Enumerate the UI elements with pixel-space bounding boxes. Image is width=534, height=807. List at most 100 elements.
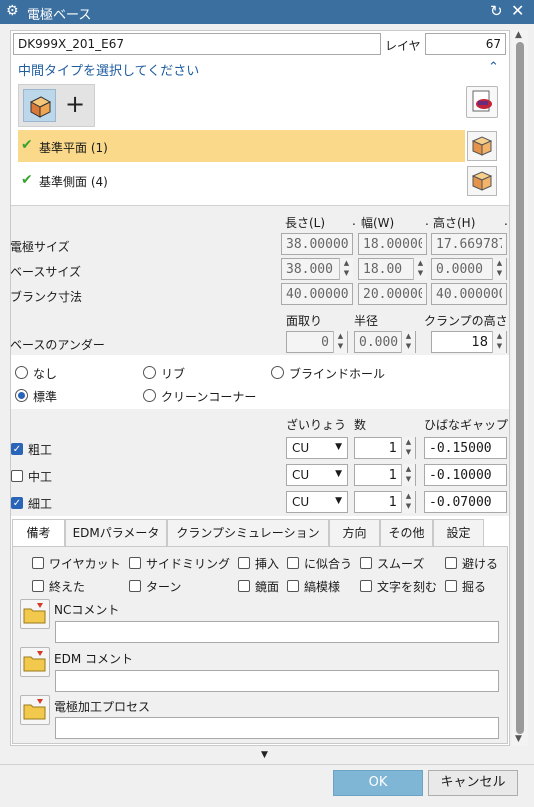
tab-settings[interactable]: 設定: [433, 519, 484, 546]
clamp-height-stepper[interactable]: ▲ ▼: [492, 331, 506, 353]
radio-blind-hole[interactable]: [271, 366, 284, 379]
blank-size-label: ブランク寸法: [10, 290, 83, 304]
fine-material-select[interactable]: CU ▼: [286, 491, 348, 513]
radius-stepper[interactable]: ▲ ▼: [401, 331, 415, 353]
base-width-stepper[interactable]: ▲ ▼: [413, 258, 427, 280]
cube-icon: [471, 171, 493, 191]
tab-edm-params[interactable]: EDMパラメータ: [65, 519, 167, 546]
base-size-label: ベースサイズ: [10, 265, 82, 279]
blank-length-field[interactable]: [281, 283, 353, 305]
ok-button[interactable]: OK: [333, 770, 423, 796]
check-icon: ✔: [21, 172, 33, 188]
smooth-checkbox[interactable]: [360, 557, 372, 569]
scroll-up-icon[interactable]: ▲: [515, 30, 522, 40]
rough-label: 粗工: [28, 443, 53, 457]
electrode-height-field[interactable]: [431, 233, 507, 255]
fit-label: に似合う: [304, 557, 353, 571]
gear-icon[interactable]: ⚙: [6, 3, 19, 19]
finished-label: 終えた: [49, 580, 86, 594]
insert-checkbox[interactable]: [238, 557, 250, 569]
dot: .: [425, 214, 429, 228]
scroll-thumb[interactable]: [516, 42, 524, 734]
radio-none[interactable]: [15, 366, 28, 379]
cube-button[interactable]: [467, 166, 497, 196]
nc-comment-folder-button[interactable]: [20, 599, 50, 629]
stripe-checkbox[interactable]: [287, 580, 299, 592]
nc-comment-label: NCコメント: [54, 603, 120, 617]
medium-count-stepper[interactable]: ▲ ▼: [401, 464, 415, 486]
chamfer-stepper[interactable]: ▲ ▼: [333, 331, 347, 353]
base-length-stepper[interactable]: ▲ ▼: [339, 258, 353, 280]
chamfer-header: 面取り: [286, 314, 323, 328]
fit-checkbox[interactable]: [287, 557, 299, 569]
list-item-label: 基準平面 (1): [39, 141, 108, 155]
smooth-label: スムーズ: [377, 557, 425, 571]
stripe-label: 縞模様: [304, 580, 341, 594]
fine-gap-field[interactable]: [424, 491, 507, 513]
rough-checkbox[interactable]: ✓: [11, 443, 23, 455]
magnet-button[interactable]: [466, 86, 498, 118]
blank-width-field[interactable]: [358, 283, 427, 305]
scroll-down-icon[interactable]: ▼: [515, 734, 522, 744]
cube-icon: [471, 136, 493, 156]
clamp-height-header: クランプの高さ: [424, 314, 508, 328]
chevron-down-icon: ▼: [335, 496, 342, 506]
cube-select-icon: [29, 96, 52, 118]
engrave-checkbox[interactable]: [360, 580, 372, 592]
nc-comment-field[interactable]: [55, 621, 499, 643]
mirror-checkbox[interactable]: [238, 580, 250, 592]
radio-clean-corner[interactable]: [143, 389, 156, 402]
side-milling-label: サイドミリング: [146, 557, 231, 571]
tab-clamp-sim[interactable]: クランプシミュレーション: [167, 519, 329, 546]
radio-standard[interactable]: [15, 389, 28, 402]
blank-height-field[interactable]: [431, 283, 507, 305]
radio-rib[interactable]: [143, 366, 156, 379]
chevron-down-icon: ▼: [335, 469, 342, 479]
layer-field[interactable]: [425, 33, 506, 55]
turn-checkbox[interactable]: [129, 580, 141, 592]
footer-divider: [0, 764, 534, 765]
expand-down-icon[interactable]: ▼: [261, 750, 268, 760]
medium-material-select[interactable]: CU ▼: [286, 464, 348, 486]
fine-count-stepper[interactable]: ▲ ▼: [401, 491, 415, 513]
side-milling-checkbox[interactable]: [129, 557, 141, 569]
material-header: ざいりょう: [286, 418, 347, 432]
edm-comment-folder-button[interactable]: [20, 647, 50, 677]
material-value: CU: [292, 441, 310, 455]
reset-icon[interactable]: ↻: [490, 2, 503, 20]
shape-options: [11, 356, 509, 408]
cube-button[interactable]: [467, 131, 497, 161]
electrode-width-field[interactable]: [358, 233, 427, 255]
tab-other[interactable]: その他: [380, 519, 433, 546]
medium-checkbox[interactable]: [11, 470, 23, 482]
dig-checkbox[interactable]: [445, 580, 457, 592]
rough-count-stepper[interactable]: ▲ ▼: [401, 437, 415, 459]
select-face-button[interactable]: [23, 89, 56, 122]
cancel-button[interactable]: キャンセル: [428, 770, 518, 796]
fine-checkbox[interactable]: ✓: [11, 497, 23, 509]
name-field[interactable]: [13, 33, 381, 55]
process-folder-button[interactable]: [20, 695, 50, 725]
medium-gap-field[interactable]: [424, 464, 507, 486]
base-height-stepper[interactable]: ▲ ▼: [492, 258, 506, 280]
scrollbar[interactable]: ▲ ▼: [512, 30, 528, 746]
process-label: 電極加工プロセス: [54, 700, 151, 714]
window-title: 電極ベース: [27, 8, 92, 23]
collapse-icon[interactable]: ⌃: [488, 60, 499, 75]
rough-gap-field[interactable]: [424, 437, 507, 459]
rough-material-select[interactable]: CU ▼: [286, 437, 348, 459]
wire-cut-checkbox[interactable]: [32, 557, 44, 569]
electrode-length-field[interactable]: [281, 233, 353, 255]
edm-comment-field[interactable]: [55, 670, 499, 692]
dot: .: [352, 214, 356, 228]
insert-label: 挿入: [255, 557, 280, 571]
finished-checkbox[interactable]: [32, 580, 44, 592]
close-icon[interactable]: ✕: [511, 1, 524, 20]
chevron-down-icon: ▼: [335, 442, 342, 452]
avoid-checkbox[interactable]: [445, 557, 457, 569]
add-icon[interactable]: +: [65, 90, 85, 118]
process-field[interactable]: [55, 717, 499, 739]
tab-remarks[interactable]: 備考: [12, 519, 65, 547]
material-value: CU: [292, 468, 310, 482]
tab-direction[interactable]: 方向: [329, 519, 380, 546]
